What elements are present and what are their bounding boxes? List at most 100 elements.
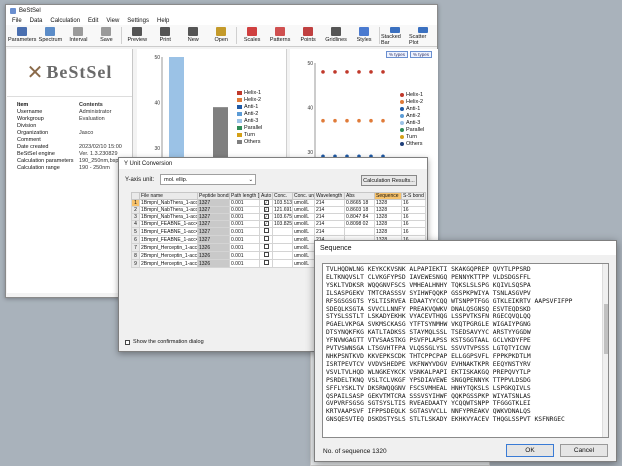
chart-tab[interactable]: % types [409, 51, 432, 58]
table-row[interactable]: 31Bmpnl_NabThera_1-acc4_sub13270.001✓103… [131, 213, 426, 221]
table-cell[interactable]: 214 [314, 227, 345, 236]
table-cell[interactable]: 1Bmpnl_FEABNE_1-acc4_subtra [139, 220, 198, 228]
table-cell[interactable]: 1327 [197, 220, 230, 228]
table-cell[interactable]: 103.675 [272, 213, 293, 221]
table-cell[interactable]: 121.691 [272, 206, 293, 214]
table-cell[interactable]: 0.001 [229, 220, 260, 228]
table-cell[interactable]: 16 [401, 206, 426, 214]
column-header[interactable]: Conc. unit [292, 192, 315, 200]
auto-checkbox[interactable] [263, 252, 269, 257]
table-cell[interactable]: 1327 [197, 206, 230, 214]
table-cell[interactable]: umol/L [292, 227, 315, 236]
table-cell[interactable] [272, 235, 293, 244]
table-cell[interactable]: 0.001 [229, 227, 260, 236]
table-row[interactable]: 51Bmpnl_FEABNE_1-acc4_subtra13270.001 umo… [131, 227, 426, 236]
table-cell[interactable]: 1Bmpnl_FEABNE_1-acc4_subtra [139, 227, 198, 236]
table-cell[interactable]: 0.8665 18 [344, 199, 375, 207]
table-cell[interactable]: 103.825 [272, 220, 293, 228]
menu-item-view[interactable]: View [106, 18, 119, 24]
parameters-button[interactable]: Parameters [8, 25, 36, 46]
column-header[interactable]: S-S bond [401, 192, 426, 200]
table-cell[interactable]: 0.8603 18 [344, 206, 375, 214]
table-cell[interactable]: 103.513 [272, 199, 293, 207]
preview-button[interactable]: Preview [123, 25, 151, 46]
table-cell[interactable]: 0.001 [229, 213, 260, 221]
auto-checkbox[interactable]: ✓ [263, 221, 269, 226]
patterns-button[interactable]: Patterns [266, 25, 294, 46]
column-header[interactable]: Conc. [272, 192, 293, 200]
table-cell[interactable]: 0.001 [229, 199, 260, 207]
table-cell[interactable]: ✓ [259, 220, 273, 228]
new-button[interactable]: New [179, 25, 207, 46]
table-cell[interactable] [259, 259, 273, 268]
styles-button[interactable]: Styles [350, 25, 378, 46]
table-cell[interactable]: ✓ [259, 199, 273, 207]
auto-checkbox[interactable] [263, 244, 269, 249]
table-cell[interactable]: 16 [401, 220, 426, 228]
table-cell[interactable]: 214 [314, 220, 345, 228]
table-cell[interactable] [272, 227, 293, 236]
menu-item-data[interactable]: Data [30, 18, 43, 24]
table-cell[interactable]: umol/L [292, 199, 315, 207]
table-cell[interactable]: 2Bmpnl_Herceptin_1-acc4_sub [139, 251, 198, 260]
ok-button[interactable]: OK [506, 444, 554, 457]
table-cell[interactable]: umol/L [292, 243, 315, 252]
table-cell[interactable]: 16 [401, 213, 426, 221]
auto-checkbox[interactable]: ✓ [263, 200, 269, 205]
table-row[interactable]: 41Bmpnl_FEABNE_1-acc4_subtra13270.001✓10… [131, 220, 426, 228]
table-cell[interactable]: 1328 [374, 213, 402, 221]
table-cell[interactable]: 1328 [374, 227, 402, 236]
column-header[interactable]: Peptide bonds [197, 192, 230, 200]
stacked-bar-button[interactable]: Stacked Bar [381, 25, 409, 46]
table-cell[interactable]: 16 [401, 199, 426, 207]
table-cell[interactable]: 0.8047 84 [344, 213, 375, 221]
column-header[interactable]: Wavelength [nm] [314, 192, 345, 200]
scrollbar-thumb[interactable] [604, 304, 608, 354]
table-cell[interactable]: umol/L [292, 251, 315, 260]
table-cell[interactable]: 0.001 [229, 251, 260, 260]
print-button[interactable]: Print [151, 25, 179, 46]
table-cell[interactable]: 1327 [197, 213, 230, 221]
table-cell[interactable]: 1Bmpnl_NabThera_1-acc4_sub [139, 206, 198, 214]
table-cell[interactable]: 1Bmpnl_NabThera_1-acc4_sub [139, 199, 198, 207]
auto-checkbox[interactable]: ✓ [263, 207, 269, 212]
sequence-scrollbar[interactable] [602, 264, 608, 437]
column-header[interactable]: Path length [cm] [229, 192, 260, 200]
table-cell[interactable]: 0.8098 02 [344, 220, 375, 228]
gridlines-button[interactable]: Gridlines [322, 25, 350, 46]
table-cell[interactable]: 2Bmpnl_Herceptin_1-acc4_sub [139, 243, 198, 252]
table-cell[interactable] [272, 251, 293, 260]
table-row[interactable]: 11Bmpnl_NabThera_1-acc4_sub13270.001✓103… [131, 199, 426, 207]
table-cell[interactable]: umol/L [292, 220, 315, 228]
save-button[interactable]: Save [92, 25, 120, 46]
yaxis-unit-select[interactable]: mol. ellip. ⌄ [160, 174, 257, 185]
table-cell[interactable]: 0.001 [229, 235, 260, 244]
table-cell[interactable]: umol/L [292, 213, 315, 221]
calculation-results-button[interactable]: Calculation Results... [361, 175, 417, 186]
column-header[interactable]: Abs [344, 192, 375, 200]
table-row[interactable]: 21Bmpnl_NabThera_1-acc4_sub13270.001✓121… [131, 206, 426, 214]
spectrum-button[interactable]: Spectrum [36, 25, 64, 46]
interval-button[interactable]: Interval [64, 25, 92, 46]
table-cell[interactable] [259, 251, 273, 260]
auto-checkbox[interactable] [263, 236, 269, 241]
table-cell[interactable] [259, 243, 273, 252]
table-cell[interactable]: 0.001 [229, 206, 260, 214]
table-cell[interactable]: 214 [314, 199, 345, 207]
column-header[interactable]: File name [139, 192, 198, 200]
menu-item-edit[interactable]: Edit [88, 18, 98, 24]
table-cell[interactable] [272, 259, 293, 268]
scatter-plot-button[interactable]: Scatter Plot [409, 25, 437, 46]
table-cell[interactable]: 1328 [374, 199, 402, 207]
table-cell[interactable] [259, 227, 273, 236]
table-cell[interactable] [259, 235, 273, 244]
table-cell[interactable] [344, 227, 375, 236]
table-cell[interactable]: 214 [314, 213, 345, 221]
column-header[interactable]: Sequence [374, 192, 402, 200]
chart-tab[interactable]: % types [385, 51, 408, 58]
menu-item-calculation[interactable]: Calculation [50, 18, 80, 24]
auto-checkbox[interactable] [263, 260, 269, 265]
table-cell[interactable]: 16 [401, 227, 426, 236]
table-cell[interactable]: 1327 [197, 227, 230, 236]
table-cell[interactable] [272, 243, 293, 252]
